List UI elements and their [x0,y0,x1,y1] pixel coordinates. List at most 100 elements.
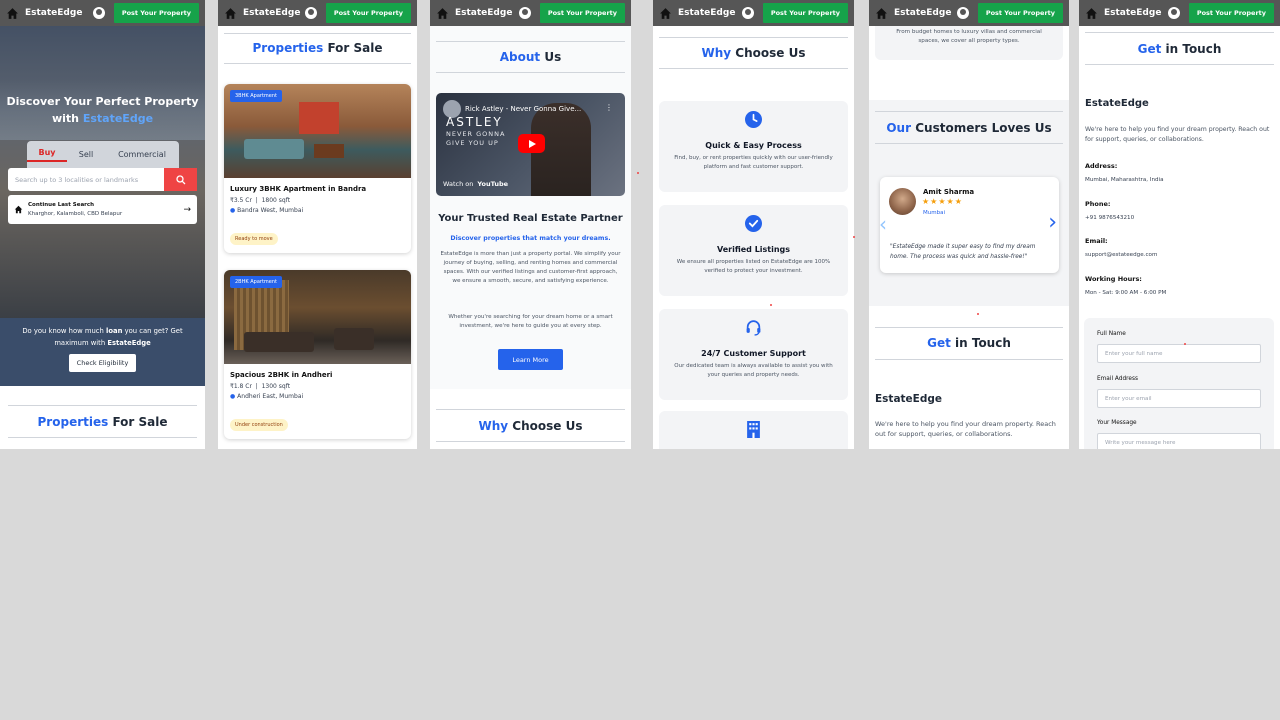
building-icon [747,421,760,438]
user-icon[interactable] [1167,7,1180,19]
home-icon[interactable] [875,7,888,20]
search-tabs: Buy Sell Commercial [27,141,179,168]
home-icon[interactable] [224,7,237,20]
youtube-logo[interactable]: YouTube [477,180,508,188]
watch-on-label: Watch on [443,180,474,188]
play-icon [528,139,536,148]
user-icon[interactable] [518,7,531,19]
contact-form [1084,318,1274,449]
range-text: From budget homes to luxury villas and c… [896,29,1042,44]
rating-stars: ★★★★★ [922,197,963,206]
about-section [430,26,631,389]
brand-logo[interactable]: EstateEdge [1104,8,1168,18]
post-property-button[interactable]: Post Your Property [113,3,199,23]
listing-badge: 2BHK Apartment [230,276,282,288]
email-address-label: Email Address [1097,376,1139,382]
post-property-button[interactable]: Post Your Property [325,3,411,23]
tab-sell[interactable]: Sell [67,150,105,159]
listing-card[interactable]: 3BHK Apartment Luxury 3BHK Apartment in … [224,84,411,253]
email-input[interactable]: Enter your email [1097,389,1261,408]
screen-properties: EstateEdge Post Your Property Properties… [218,0,417,449]
contact-intro: We're here to help you find your dream p… [875,420,1056,439]
top-bar: EstateEdge Post Your Property [1079,0,1280,26]
search-box: Search up to 3 localities or landmarks [8,168,197,191]
properties-title: Properties For Sale [252,41,383,55]
post-property-button[interactable]: Post Your Property [539,3,625,23]
brand-logo[interactable]: EstateEdge [25,8,93,18]
top-bar: EstateEdge Post Your Property [430,0,631,26]
tab-buy[interactable]: Buy [27,148,67,162]
learn-more-button[interactable]: Learn More [498,349,563,370]
prev-arrow-icon[interactable]: ‹ [879,212,887,236]
hours-value: Mon - Sat: 9:00 AM - 6:00 PM [1085,290,1167,296]
listing-area: 1300 sqft [261,383,291,390]
contact-brand: EstateEdge [1085,98,1149,109]
post-property-button[interactable]: Post Your Property [977,3,1063,23]
message-input[interactable]: Write your message here [1097,433,1261,449]
why-title: Why Choose Us [478,419,583,433]
check-eligibility-button[interactable]: Check Eligibility [68,354,137,373]
phone-value[interactable]: +91 9876543210 [1085,215,1134,221]
user-icon[interactable] [956,7,969,19]
customer-name: Amit Sharma [923,188,975,196]
listing-location: Andheri East, Mumbai [237,393,304,400]
home-icon[interactable] [6,7,19,20]
contact-title: Get in Touch [927,336,1011,350]
status-badge: Ready to move [230,233,278,245]
video-overlay-text: ASTLEY [446,115,503,129]
search-input[interactable]: Search up to 3 localities or landmarks [8,176,164,184]
home-icon[interactable] [436,7,449,20]
listing-card[interactable]: 2BHK Apartment Spacious 2BHK in Andheri … [224,270,411,439]
headset-icon [746,320,761,336]
listing-title: Spacious 2BHK in Andheri [230,371,333,379]
status-badge: Under construction [230,419,288,431]
feature-desc: Our dedicated team is always available t… [674,363,833,379]
brand-logo[interactable]: EstateEdge [243,8,305,18]
message-label: Your Message [1097,420,1137,426]
about-para-1: EstateEdge is more than just a property … [440,251,621,284]
home-icon[interactable] [659,7,672,20]
more-options-icon[interactable]: ⋮ [605,103,613,112]
address-label: Address: [1085,162,1118,170]
search-icon [175,174,185,184]
about-title: About Us [499,50,562,64]
last-search-value: Kharghor, Kalamboli, CBD Belapur [28,210,123,217]
screen-contact: EstateEdge Post Your Property Get in Tou… [1079,0,1280,449]
user-icon[interactable] [92,7,105,19]
full-name-input[interactable]: Enter your full name [1097,344,1261,363]
brand-logo[interactable]: EstateEdge [678,8,742,18]
top-bar: EstateEdge Post Your Property [218,0,417,26]
feature-title: 24/7 Customer Support [701,349,806,358]
video-player[interactable]: Rick Astley - Never Gonna Give... ⋮ ASTL… [436,93,625,196]
loan-text-bold: loan [105,327,123,335]
email-value[interactable]: support@estateedge.com [1085,252,1157,258]
last-search-card[interactable]: Continue Last Search Kharghor, Kalamboli… [8,195,197,224]
loan-brand: EstateEdge [107,338,151,347]
next-arrow-icon[interactable]: › [1048,210,1057,235]
play-button[interactable] [518,134,545,153]
why-title: Why Choose Us [701,46,806,60]
brand-logo[interactable]: EstateEdge [894,8,957,18]
video-overlay-text: NEVER GONNA [446,130,506,138]
hero-banner: Discover Your Perfect Property with Esta… [0,0,205,318]
about-para-2: Whether you're searching for your dream … [448,314,613,329]
feature-card: Verified Listings We ensure all properti… [659,205,848,296]
video-title: Rick Astley - Never Gonna Give... [465,105,582,113]
hero-title-brand: EstateEdge [82,112,154,126]
tab-commercial[interactable]: Commercial [105,150,179,159]
feature-card [659,411,848,449]
home-icon[interactable] [1085,7,1098,20]
arrow-right-icon[interactable]: → [183,205,191,215]
screen-why: EstateEdge Post Your Property Why Choose… [653,0,854,449]
post-property-button[interactable]: Post Your Property [762,3,848,23]
phone-label: Phone: [1085,200,1111,208]
post-property-button[interactable]: Post Your Property [1188,3,1274,23]
user-icon[interactable] [741,7,754,19]
avatar [889,188,916,215]
search-button[interactable] [164,168,197,191]
brand-logo[interactable]: EstateEdge [455,8,519,18]
feature-desc: We ensure all properties listed on Estat… [676,259,831,275]
user-icon[interactable] [304,7,317,19]
listing-title: Luxury 3BHK Apartment in Bandra [230,185,367,193]
feature-title: Verified Listings [716,245,791,254]
